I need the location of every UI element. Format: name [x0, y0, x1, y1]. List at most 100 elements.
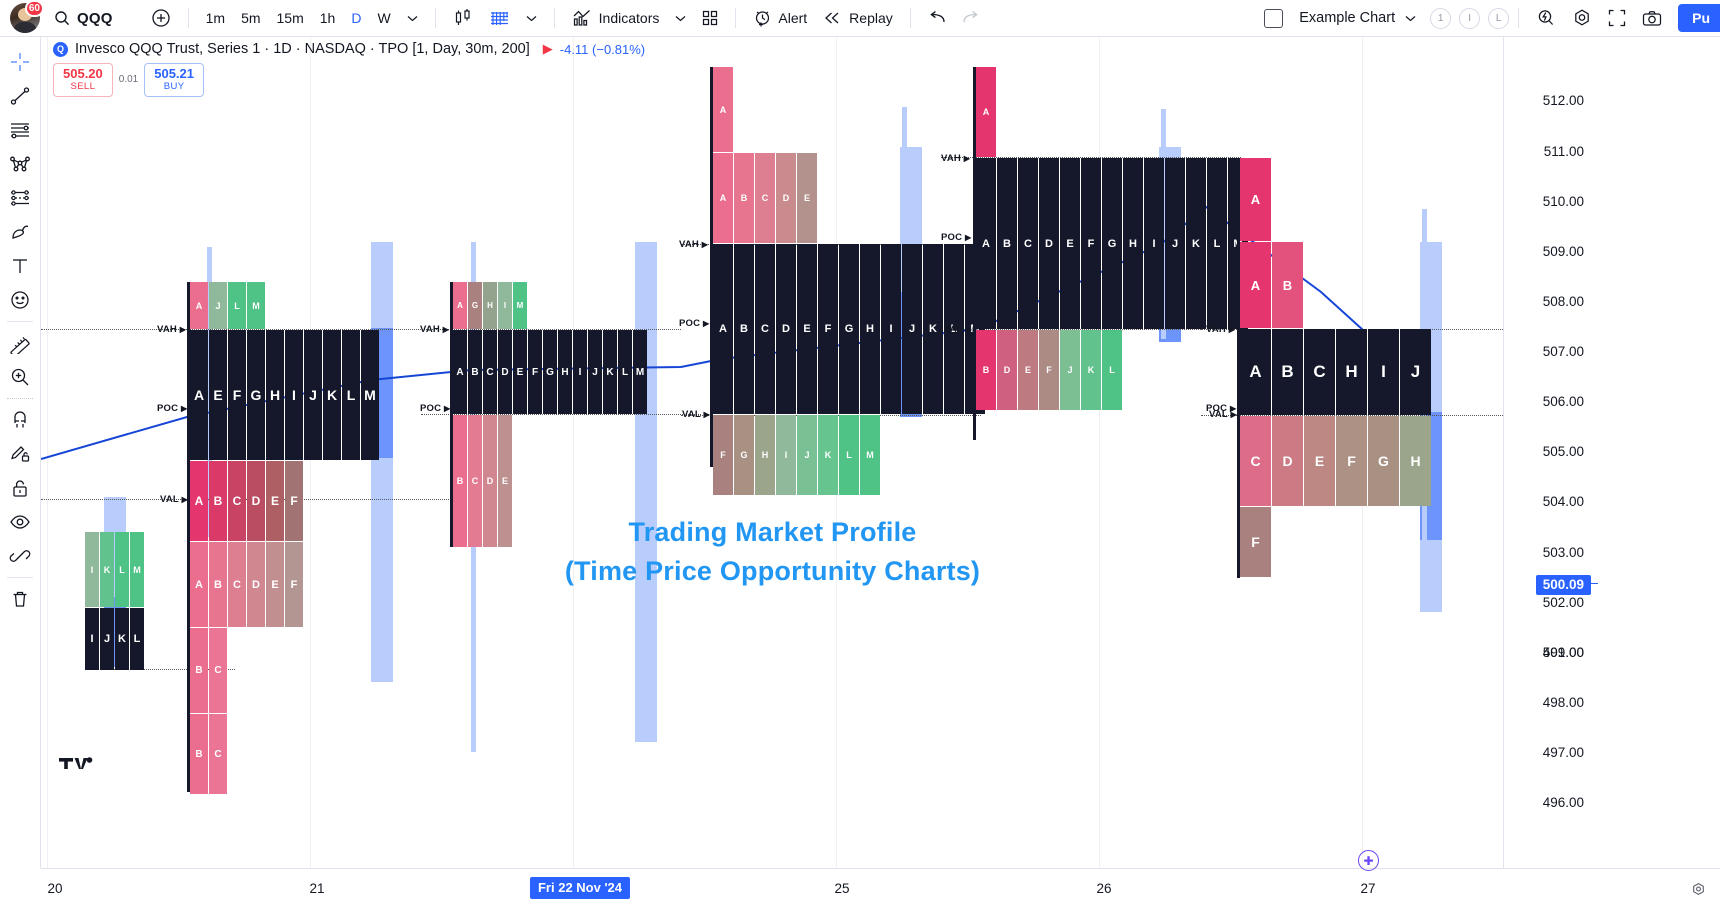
tpo-cell-poc: A — [976, 158, 996, 329]
search-icon — [54, 10, 70, 26]
layout-pill-l[interactable]: L — [1488, 7, 1510, 29]
fullscreen-icon — [1608, 9, 1626, 27]
profile-4-vah-label: VAH ▶ — [941, 153, 971, 164]
tool-cross-cursor[interactable] — [3, 45, 37, 79]
text-icon — [9, 255, 31, 277]
interval-more-button[interactable] — [399, 4, 426, 32]
fast-search-icon — [1536, 8, 1556, 28]
layout-pill-1[interactable]: 1 — [1430, 7, 1452, 29]
volume-wick — [373, 242, 378, 328]
time-axis[interactable]: 20 21 Fri 22 Nov '24 25 26 27 ✚ — [41, 850, 1720, 908]
tpo-cell: K — [1081, 330, 1101, 410]
time-axis-settings-button[interactable] — [1691, 882, 1706, 902]
chart-pane[interactable]: Q Invesco QQQ Trust, Series 1 · 1D · NAS… — [41, 37, 1504, 868]
tpo-cell-poc: K — [603, 330, 617, 414]
tool-zoom-in[interactable] — [3, 360, 37, 394]
add-indicator-button[interactable]: ✚ — [1358, 850, 1379, 871]
tpo-cell-poc: A — [1240, 329, 1271, 415]
redo-button[interactable] — [954, 4, 988, 32]
tpo-cell: K — [115, 608, 129, 670]
horizontal-lines-icon — [9, 119, 31, 141]
tool-lock[interactable] — [3, 471, 37, 505]
tool-horizontal-lines[interactable] — [3, 113, 37, 147]
chart-style-button[interactable] — [445, 4, 481, 32]
drawing-mode-icon — [9, 443, 31, 465]
buy-button[interactable]: 505.21 BUY — [144, 63, 204, 97]
interval-5m[interactable]: 5m — [233, 4, 268, 32]
tpo-cell: I — [776, 415, 796, 495]
tool-drawing-mode[interactable] — [3, 437, 37, 471]
tool-magnet[interactable] — [3, 403, 37, 437]
gridline — [47, 37, 48, 868]
tpo-cell: L — [1102, 330, 1122, 410]
tpo-cell: L — [130, 608, 144, 670]
notification-badge[interactable]: 60 — [24, 0, 44, 17]
dom-buy-sell: 505.20 SELL 0.01 505.21 BUY — [53, 63, 645, 97]
sell-button[interactable]: 505.20 SELL — [53, 63, 113, 97]
layout-pill-i[interactable]: I — [1459, 7, 1481, 29]
tpo-cell: L — [228, 282, 246, 329]
user-avatar[interactable]: 60 — [10, 0, 44, 33]
snapshot-button[interactable] — [1634, 4, 1670, 32]
tpo-cell: H — [755, 415, 775, 495]
tradingview-logo[interactable] — [59, 753, 93, 776]
current-price-line — [1591, 583, 1598, 584]
save-chart-button[interactable] — [1256, 4, 1291, 32]
current-price-label[interactable]: 500.09 — [1535, 575, 1591, 595]
replay-button[interactable]: Replay — [815, 4, 901, 32]
tool-object-tree[interactable] — [3, 539, 37, 573]
indicators-button[interactable]: Indicators — [564, 4, 668, 32]
buy-label: BUY — [163, 80, 185, 92]
chart-settings-button[interactable] — [1564, 4, 1600, 32]
tpo-cell: M — [247, 282, 265, 329]
alert-button[interactable]: Alert — [745, 4, 815, 32]
drawing-toolbar — [0, 37, 41, 868]
chart-name-label[interactable]: Example Chart — [1299, 10, 1395, 26]
publish-button[interactable]: Pu — [1678, 4, 1720, 32]
top-toolbar: 60 QQQ 1m 5m 15m 1h D W Indicators Alert… — [0, 0, 1720, 37]
tool-text[interactable] — [3, 249, 37, 283]
eye-visibility-icon — [9, 511, 31, 533]
tpo-cell: A — [1240, 158, 1271, 241]
legend-title[interactable]: Invesco QQQ Trust, Series 1 · 1D · NASDA… — [75, 41, 530, 57]
tpo-cell-poc: L — [618, 330, 632, 414]
templates-button[interactable] — [694, 4, 726, 32]
tool-measure[interactable] — [3, 326, 37, 360]
tpo-cell: J — [797, 415, 817, 495]
indicators-more-button[interactable] — [667, 4, 694, 32]
quick-search-button[interactable] — [1528, 4, 1564, 32]
tpo-cell: D — [997, 330, 1017, 410]
tpo-profile-button[interactable] — [481, 4, 518, 32]
tool-pitchfork[interactable] — [3, 147, 37, 181]
tpo-cell-poc: G — [839, 244, 859, 414]
tool-pattern[interactable] — [3, 181, 37, 215]
tpo-cell: C — [1240, 416, 1271, 506]
price-tick: 504.00 — [1542, 494, 1584, 509]
interval-1d[interactable]: D — [343, 4, 369, 32]
tpo-cell-poc: J — [1165, 158, 1185, 329]
tool-remove[interactable] — [3, 582, 37, 616]
tool-brush[interactable] — [3, 215, 37, 249]
chart-style-more-button[interactable] — [518, 4, 545, 32]
interval-1w[interactable]: W — [369, 4, 398, 32]
tool-emoji[interactable] — [3, 283, 37, 317]
interval-1m[interactable]: 1m — [198, 4, 233, 32]
fullscreen-button[interactable] — [1600, 4, 1634, 32]
interval-15m[interactable]: 15m — [269, 4, 312, 32]
tpo-cell-poc: A — [190, 330, 208, 460]
price-tick: 511.00 — [1543, 144, 1584, 159]
price-axis[interactable]: 512.00 511.00 510.00 509.00 508.00 507.0… — [1504, 37, 1720, 868]
chevron-down-icon[interactable] — [1405, 15, 1416, 22]
tpo-cell-poc: F — [528, 330, 542, 414]
tpo-cell: B — [190, 714, 208, 794]
tool-visibility[interactable] — [3, 505, 37, 539]
interval-1h[interactable]: 1h — [312, 4, 344, 32]
add-symbol-button[interactable] — [143, 4, 179, 32]
price-tick: 509.00 — [1542, 244, 1584, 259]
tool-trend-line[interactable] — [3, 79, 37, 113]
current-time-label[interactable]: Fri 22 Nov '24 — [529, 877, 631, 899]
undo-button[interactable] — [920, 4, 954, 32]
tpo-cell: B — [1272, 242, 1303, 328]
tpo-cell-poc: J — [304, 330, 322, 460]
symbol-search[interactable]: QQQ — [54, 10, 113, 27]
